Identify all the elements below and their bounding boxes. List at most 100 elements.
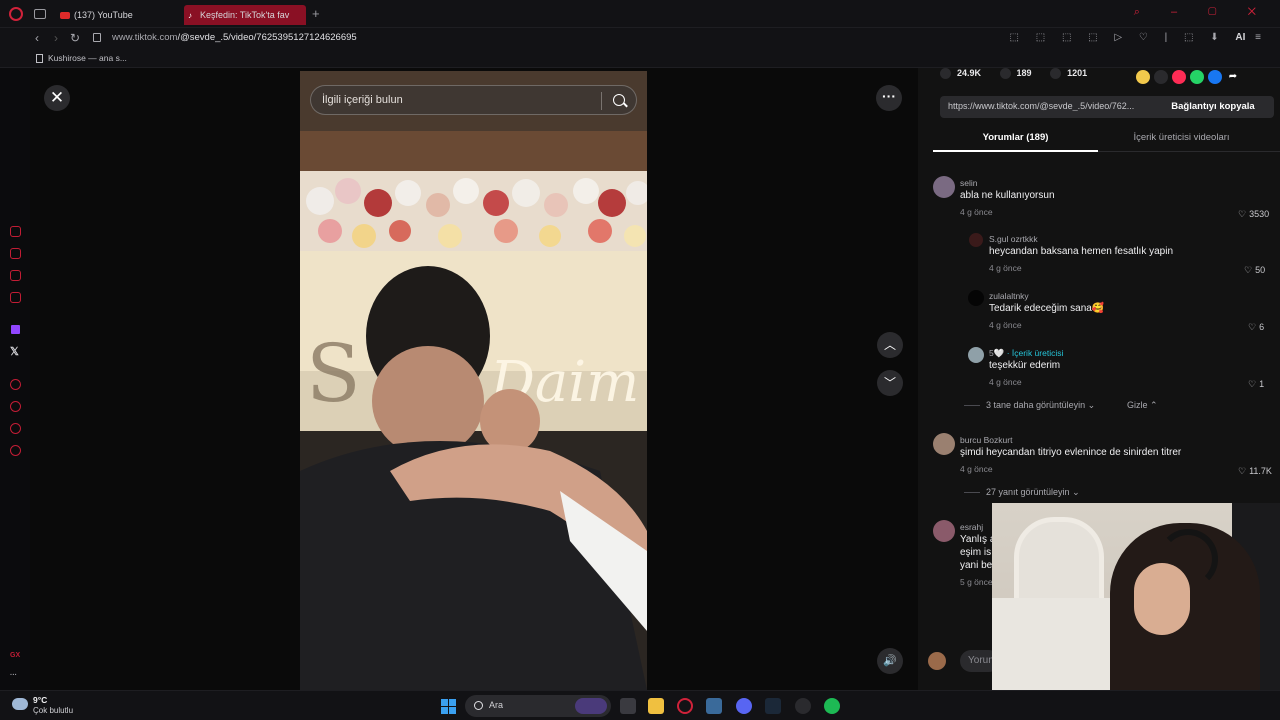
- page-icon: [36, 54, 43, 64]
- comment-item: selin abla ne kullanıyorsun 4 g önce ♡ 35…: [933, 176, 1273, 226]
- more-options-button[interactable]: ···: [876, 85, 902, 111]
- task-view-icon[interactable]: [620, 698, 636, 714]
- discord-icon[interactable]: [736, 698, 752, 714]
- tab-tiktok[interactable]: ♪ Keşfedin: TikTok'ta fav: [184, 5, 306, 25]
- facebook-icon[interactable]: [1208, 69, 1222, 84]
- settings-icon[interactable]: [10, 445, 21, 456]
- avatar[interactable]: [968, 290, 984, 306]
- weather-temp[interactable]: 9°C: [33, 695, 47, 705]
- url-field[interactable]: www.tiktok.com/@sevde_.5/video/762539512…: [112, 32, 357, 43]
- reply-item: 5🤍 · İçerik üreticisi teşekkür ederim 4 …: [966, 346, 1266, 392]
- reply-time: 4 g önce: [989, 263, 1022, 273]
- opera-gx-icon[interactable]: [677, 698, 693, 714]
- app-icon[interactable]: [706, 698, 722, 714]
- windows-start-icon[interactable]: [441, 699, 456, 714]
- chat-icon[interactable]: [10, 423, 21, 434]
- active-tab-indicator: [933, 150, 1098, 152]
- view-more-replies[interactable]: 27 yanıt görüntüleyin ⌄: [964, 487, 1080, 498]
- reply-like-count: 50: [1255, 265, 1266, 275]
- svg-text:S: S: [306, 327, 361, 420]
- new-tab-button[interactable]: +: [312, 6, 320, 21]
- avatar[interactable]: [968, 347, 984, 363]
- previous-video-button[interactable]: ︿: [877, 332, 903, 358]
- whatsapp-icon[interactable]: [1190, 69, 1204, 84]
- gx-icon[interactable]: GX: [10, 652, 20, 659]
- reply-user[interactable]: 5🤍 · İçerik üreticisi: [989, 348, 1063, 359]
- related-search-placeholder: İlgili içeriği bulun: [322, 94, 403, 106]
- save-stat[interactable]: 1201: [1050, 68, 1087, 80]
- comment-stat[interactable]: 189: [999, 68, 1032, 80]
- share-arrow-icon[interactable]: ➦: [1226, 70, 1240, 84]
- reply-like[interactable]: ♡ 1: [1248, 379, 1264, 390]
- next-video-button[interactable]: ﹀: [877, 370, 903, 396]
- comment-text: Yanlış a: [960, 534, 996, 545]
- steam-icon[interactable]: [765, 698, 781, 714]
- file-explorer-icon[interactable]: [648, 698, 664, 714]
- comment-like[interactable]: ♡ 3530: [1238, 209, 1269, 220]
- toolbar-icons[interactable]: ⬚ ⬚ ⬚ ⬚ ▷ ♡ | ⬚ ⬇ AI ≡: [1009, 32, 1268, 43]
- cloud-icon[interactable]: [12, 698, 28, 710]
- comment-time: 4 g önce: [960, 207, 993, 217]
- related-search-box[interactable]: İlgili içeriği bulun: [310, 85, 637, 115]
- heart-icon: ♡: [1238, 209, 1247, 219]
- reply-user-name: 5🤍: [989, 348, 1005, 358]
- taskbar-search[interactable]: Ara: [465, 695, 611, 717]
- hide-replies-button[interactable]: Gizle ⌃: [1127, 400, 1158, 411]
- comment-user[interactable]: selin: [960, 178, 977, 188]
- ai-button[interactable]: AI: [1235, 32, 1245, 43]
- tab-comments[interactable]: Yorumlar (189): [933, 132, 1098, 143]
- window-controls[interactable]: ⌕ – ▢ ✕: [1134, 6, 1270, 19]
- tab-overview-icon[interactable]: [34, 9, 46, 19]
- avatar[interactable]: [933, 176, 955, 198]
- reply-user[interactable]: S.gul ozrtkkk: [989, 234, 1038, 244]
- repost-icon[interactable]: [1172, 69, 1186, 84]
- sidebar-history-icon[interactable]: [10, 226, 21, 237]
- twitch-icon[interactable]: [11, 325, 20, 334]
- avatar[interactable]: [933, 433, 955, 455]
- sidebar-player-icon[interactable]: [10, 379, 21, 390]
- reply-user[interactable]: zulalaltnky: [989, 291, 1029, 301]
- volume-button[interactable]: 🔊: [877, 648, 903, 674]
- view-more-replies[interactable]: 3 tane daha görüntüleyin ⌄: [964, 400, 1095, 411]
- video-link[interactable]: https://www.tiktok.com/@sevde_.5/video/7…: [948, 101, 1153, 111]
- reply-text: teşekkür ederim: [989, 360, 1061, 371]
- sidebar-media-icon[interactable]: [10, 292, 21, 303]
- sidebar-news-icon[interactable]: [10, 270, 21, 281]
- app-icon[interactable]: [795, 698, 811, 714]
- forward-button[interactable]: ›: [54, 31, 58, 45]
- webcam-overlay: [992, 503, 1280, 720]
- tab-creator-videos[interactable]: İçerik üreticisi videoları: [1098, 132, 1265, 143]
- my-avatar: [928, 652, 946, 670]
- embed-icon[interactable]: [1154, 69, 1168, 84]
- tiktok-icon: ♪: [188, 11, 192, 21]
- comment-like[interactable]: ♡ 11.7K: [1238, 466, 1272, 477]
- search-icon: [474, 701, 483, 710]
- avatar[interactable]: [933, 520, 955, 542]
- close-button[interactable]: ✕: [44, 85, 70, 111]
- sidebar-shop-icon[interactable]: [10, 248, 21, 259]
- comment-user[interactable]: burcu Bozkurt: [960, 435, 1012, 445]
- like-stat[interactable]: 24.9K: [940, 68, 981, 80]
- reload-button[interactable]: ↻: [70, 31, 80, 45]
- copy-link-button[interactable]: Bağlantıyı kopyala: [1152, 96, 1274, 118]
- spotify-icon[interactable]: [824, 698, 840, 714]
- comment-item: burcu Bozkurt şimdi heycandan titriyo ev…: [933, 433, 1273, 483]
- bookmark-item[interactable]: Kushirose — ana s...: [36, 53, 127, 64]
- emoji-icon[interactable]: [1136, 69, 1150, 84]
- reply-item: zulalaltnky Tedarik edeceğim sana🥰 4 g ö…: [966, 289, 1266, 335]
- weather-desc[interactable]: Çok bulutlu: [33, 706, 73, 715]
- back-button[interactable]: ‹: [35, 31, 39, 45]
- clock-icon[interactable]: [10, 401, 21, 412]
- comment-text: abla ne kullanıyorsun: [960, 190, 1055, 201]
- x-icon[interactable]: 𝕏: [10, 345, 19, 358]
- tab-youtube[interactable]: (137) YouTube: [56, 5, 178, 25]
- opera-logo-icon[interactable]: [9, 7, 23, 21]
- avatar[interactable]: [969, 233, 983, 247]
- search-icon[interactable]: [613, 94, 625, 106]
- reply-like[interactable]: ♡ 50: [1244, 265, 1265, 276]
- more-icon[interactable]: ···: [10, 672, 17, 679]
- comment-user[interactable]: esrahj: [960, 522, 983, 532]
- reply-like[interactable]: ♡ 6: [1248, 322, 1264, 333]
- heart-icon: [940, 68, 951, 80]
- video-player[interactable]: S Daim İlgili içeriği bulun: [300, 71, 647, 690]
